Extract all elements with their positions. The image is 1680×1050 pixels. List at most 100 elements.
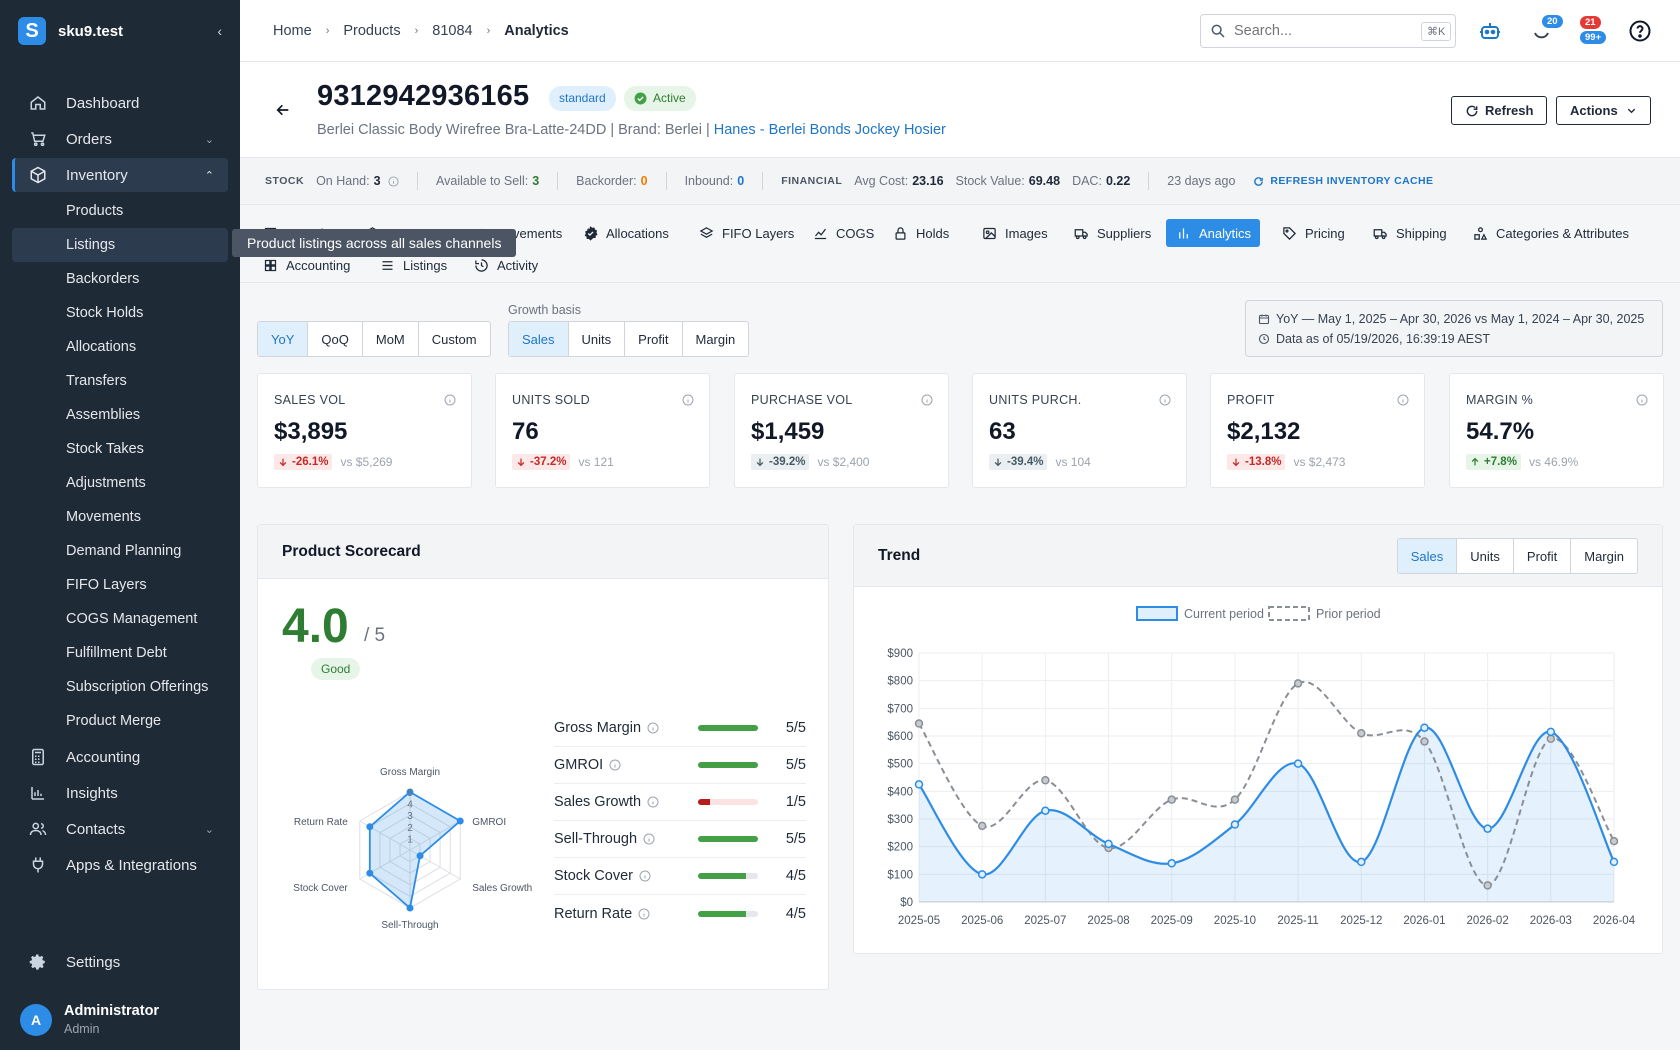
nav-contacts[interactable]: Contacts ⌄ [12,812,228,846]
actions-button[interactable]: Actions [1556,96,1651,125]
info-icon[interactable] [647,722,659,734]
nav-inventory[interactable]: Inventory ⌃ [12,158,228,192]
sidebar-item-subscription-offerings[interactable]: Subscription Offerings [12,670,228,704]
kpi-title: UNITS PURCH. [989,393,1082,407]
growth-option-profit[interactable]: Profit [625,322,683,356]
period-option-custom[interactable]: Custom [419,322,490,356]
tab-label: Images [1005,225,1048,241]
tab-shipping[interactable]: Shipping [1363,219,1456,247]
tab-allocations[interactable]: Allocations [573,219,678,247]
back-arrow-icon[interactable] [275,102,291,118]
sidebar-item-fifo-layers[interactable]: FIFO Layers [12,568,228,602]
metric-name-wrap: Return Rate [554,906,698,922]
info-icon[interactable] [643,833,655,845]
kpi-delta: -39.4% [1007,456,1044,468]
tab-cogs[interactable]: COGS [803,219,883,247]
nav-dashboard[interactable]: Dashboard [12,86,228,120]
x-tick-label: 2025-10 [1214,915,1256,927]
trend-option-sales[interactable]: Sales [1397,539,1458,573]
tab-label: COGS [836,225,875,241]
kpi-title: PROFIT [1227,393,1275,407]
user-profile[interactable]: A Administrator Admin [20,1003,159,1036]
tab-categories-attributes[interactable]: Categories & Attributes [1463,219,1638,247]
stat-available: Available to Sell: 3 [436,174,539,188]
sidebar-item-cogs-management[interactable]: COGS Management [12,602,228,636]
metric-name: GMROI [554,757,604,773]
growth-option-sales[interactable]: Sales [509,322,569,356]
growth-basis-label: Growth basis [508,303,581,317]
sidebar-item-products[interactable]: Products [12,194,228,228]
global-search[interactable]: ⌘K [1200,14,1456,48]
collapse-sidebar-icon[interactable]: ‹ [217,23,222,39]
breadcrumb-home[interactable]: Home [273,23,312,39]
period-option-qoq[interactable]: QoQ [308,322,363,356]
info-icon[interactable] [921,394,933,406]
kpi-delta-badge: -39.2% [751,454,810,470]
sidebar-item-transfers[interactable]: Transfers [12,364,228,398]
sidebar-item-stock-takes[interactable]: Stock Takes [12,432,228,466]
tab-analytics[interactable]: Analytics [1166,219,1261,247]
assistant-robot-icon[interactable] [1478,19,1502,43]
kpi-delta-badge: -13.8% [1227,454,1286,470]
sidebar-item-product-merge[interactable]: Product Merge [12,704,228,738]
kpi-delta: -39.2% [769,456,806,468]
growth-option-units[interactable]: Units [569,322,626,356]
info-icon[interactable] [638,908,650,920]
info-icon[interactable] [1397,394,1409,406]
growth-option-margin[interactable]: Margin [683,322,749,356]
nav-insights[interactable]: Insights [12,776,228,810]
sidebar-item-listings[interactable]: Listings [12,228,228,262]
stat-label: Inbound: [684,174,734,188]
info-icon[interactable] [609,759,621,771]
supplier-link[interactable]: Hanes - Berlei Bonds Jockey Hosier [714,122,946,138]
info-icon[interactable] [682,394,694,406]
info-icon[interactable] [444,394,456,406]
sidebar-item-fulfillment-debt[interactable]: Fulfillment Debt [12,636,228,670]
info-icon[interactable] [639,870,651,882]
period-option-yoy[interactable]: YoY [258,322,309,356]
sync-activity-icon[interactable]: 20 [1530,15,1563,43]
tab-suppliers[interactable]: Suppliers [1064,219,1160,247]
nav-orders[interactable]: Orders ⌄ [12,122,228,156]
breadcrumb-product-id[interactable]: 81084 [432,23,472,39]
tab-holds[interactable]: Holds [883,219,958,247]
nav-accounting[interactable]: Accounting [12,740,228,774]
nav-apps-integrations[interactable]: Apps & Integrations [12,848,228,882]
check-circle-icon [634,92,647,105]
search-input[interactable] [1234,23,1421,39]
refresh-button[interactable]: Refresh [1451,96,1548,125]
notifications-icon[interactable]: 21 99+ [1580,16,1607,44]
tab-pricing[interactable]: Pricing [1272,219,1354,247]
breadcrumb-products[interactable]: Products [343,23,400,39]
inventory-submenu: Products Listings Backorders Stock Holds All… [0,194,240,738]
activity-icon [473,257,489,273]
sidebar-item-assemblies[interactable]: Assemblies [12,398,228,432]
radar-axis-label: Gross Margin [380,767,440,778]
info-icon[interactable] [388,176,399,187]
trend-option-profit[interactable]: Profit [1514,539,1572,573]
product-name: Berlei Classic Body Wirefree Bra-Latte-2… [317,122,607,138]
kpi-card-units-sold: UNITS SOLD 76 -37.2% vs 121 [495,373,710,488]
series-prior-point [1357,728,1366,738]
sidebar-item-stock-holds[interactable]: Stock Holds [12,296,228,330]
tab-fifo-layers[interactable]: FIFO Layers [689,219,803,247]
trend-option-units[interactable]: Units [1457,539,1514,573]
nav-settings[interactable]: Settings [12,945,228,979]
kpi-delta-badge: +7.8% [1466,454,1521,470]
help-icon[interactable] [1628,19,1652,43]
shipping-icon [1372,225,1388,241]
info-icon[interactable] [647,796,659,808]
period-option-mom[interactable]: MoM [363,322,419,356]
trend-option-margin[interactable]: Margin [1571,539,1637,573]
sidebar-item-demand-planning[interactable]: Demand Planning [12,534,228,568]
sidebar-item-backorders[interactable]: Backorders [12,262,228,296]
sidebar-item-allocations[interactable]: Allocations [12,330,228,364]
sidebar-item-adjustments[interactable]: Adjustments [12,466,228,500]
info-icon[interactable] [1636,394,1648,406]
info-icon[interactable] [1159,394,1171,406]
divider [417,172,419,190]
chevron-right-icon: › [414,24,419,37]
tab-images[interactable]: Images [972,219,1057,247]
refresh-inventory-cache-link[interactable]: REFRESH INVENTORY CACHE [1253,175,1433,187]
sidebar-item-movements[interactable]: Movements [12,500,228,534]
